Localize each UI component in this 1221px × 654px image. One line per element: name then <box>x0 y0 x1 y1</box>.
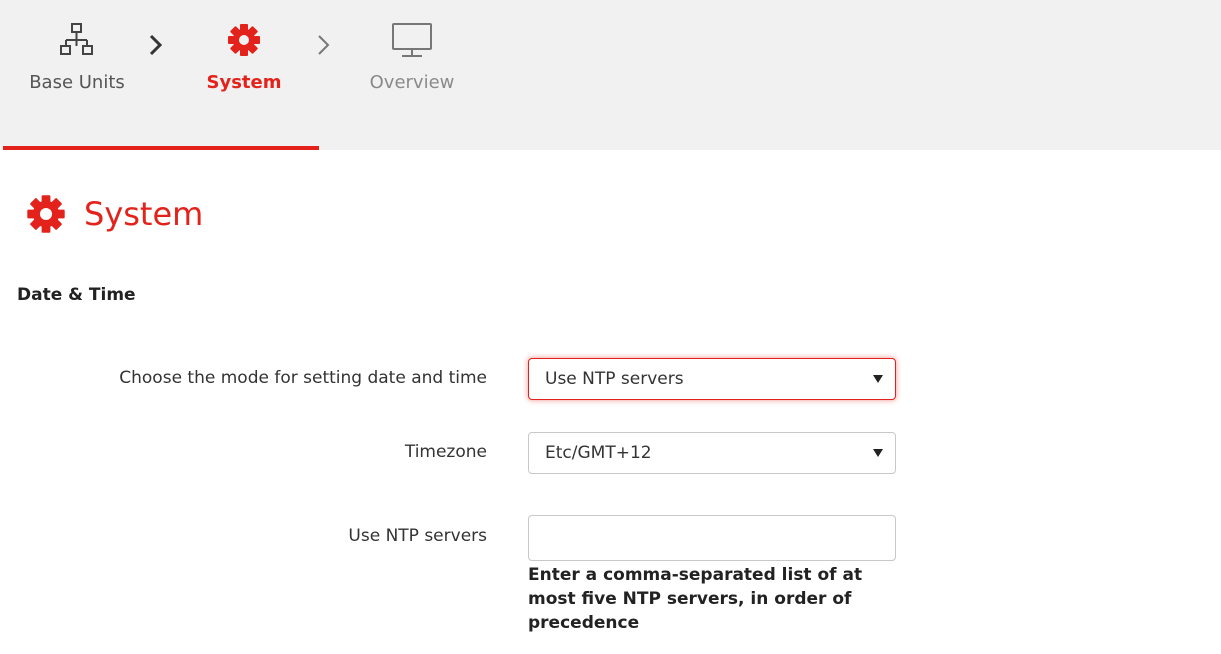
step-base-units[interactable]: Base Units <box>0 20 157 93</box>
gear-icon <box>228 24 260 56</box>
mode-select-value: Use NTP servers <box>545 369 684 389</box>
network-icon <box>60 23 93 55</box>
chevron-right-icon <box>149 34 163 56</box>
timezone-select-value: Etc/GMT+12 <box>545 443 652 463</box>
page-title: System <box>24 190 203 238</box>
caret-down-icon <box>873 375 883 383</box>
step-label: System <box>206 72 282 93</box>
caret-down-icon <box>873 449 883 457</box>
ntp-servers-help: Enter a comma-separated list of at most … <box>528 565 863 633</box>
monitor-icon <box>392 23 432 57</box>
ntp-servers-input[interactable] <box>528 515 896 561</box>
chevron-right-icon <box>318 35 330 55</box>
section-heading: Date & Time <box>17 285 136 305</box>
step-label: Overview <box>369 72 455 93</box>
mode-label: Choose the mode for setting date and tim… <box>119 368 487 388</box>
gear-icon <box>27 195 65 233</box>
wizard-progress-bar <box>3 146 319 150</box>
page-title-text: System <box>84 195 204 233</box>
step-system[interactable]: System <box>164 20 324 93</box>
step-label: Base Units <box>29 72 125 93</box>
mode-select[interactable]: Use NTP servers <box>528 358 896 400</box>
wizard-bar: Base Units System Overview <box>0 0 1221 150</box>
timezone-label: Timezone <box>404 442 487 462</box>
step-overview[interactable]: Overview <box>332 20 492 93</box>
ntp-servers-label: Use NTP servers <box>348 526 487 546</box>
timezone-select[interactable]: Etc/GMT+12 <box>528 432 896 474</box>
